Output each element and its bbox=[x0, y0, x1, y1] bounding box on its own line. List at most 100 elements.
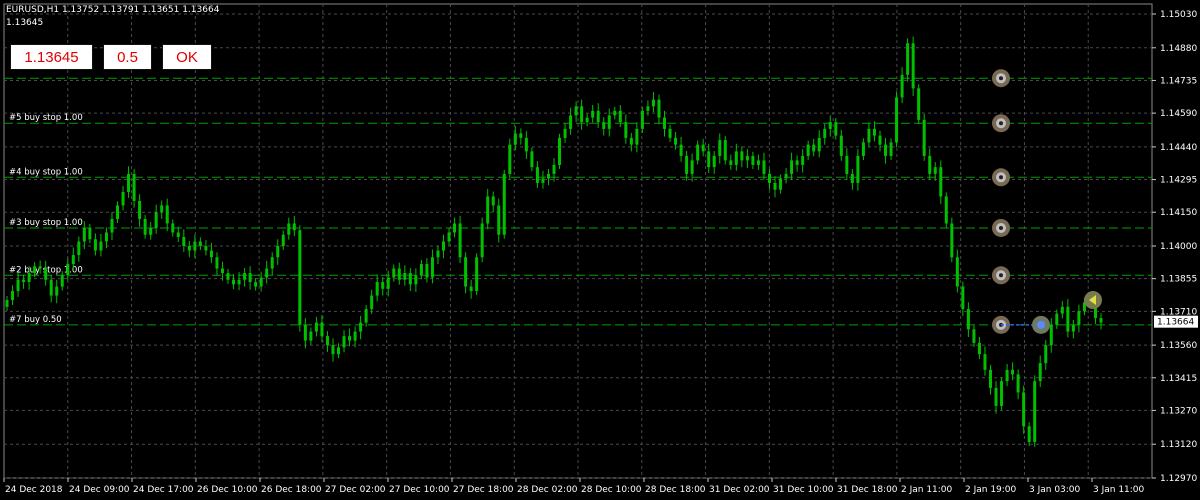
candle-body bbox=[900, 74, 904, 98]
candle-body bbox=[143, 218, 147, 235]
candle-body bbox=[668, 128, 672, 138]
order-label: #7 buy 0.50 bbox=[9, 315, 62, 325]
candle-body bbox=[375, 282, 379, 296]
candle-body bbox=[441, 241, 445, 251]
candle-body bbox=[182, 236, 186, 246]
symbol-ohlc-line: EURUSD,H1 1.13752 1.13791 1.13651 1.1366… bbox=[6, 5, 220, 15]
candle-body bbox=[607, 115, 611, 129]
candle-body bbox=[707, 151, 711, 168]
candle-body bbox=[469, 286, 473, 292]
x-tick-label: 24 Dec 17:00 bbox=[133, 485, 194, 495]
order-marker-dot bbox=[999, 175, 1003, 180]
candle-body bbox=[629, 137, 633, 145]
candle-body bbox=[966, 309, 970, 330]
price-input[interactable]: 1.13645 bbox=[10, 44, 93, 70]
candle-body bbox=[259, 277, 263, 287]
candle-body bbox=[751, 155, 755, 165]
candle-body bbox=[850, 173, 854, 183]
candle-body bbox=[917, 88, 921, 120]
candle-body bbox=[784, 173, 788, 179]
x-tick-label: 27 Dec 18:00 bbox=[453, 485, 514, 495]
candle-body bbox=[353, 331, 357, 341]
ok-button[interactable]: OK bbox=[162, 44, 212, 70]
candle-body bbox=[331, 345, 335, 355]
candle-body bbox=[447, 232, 451, 242]
candle-body bbox=[939, 167, 943, 197]
x-tick-label: 2 Jan 11:00 bbox=[901, 485, 953, 495]
candle-body bbox=[541, 178, 545, 183]
candle-body bbox=[237, 279, 241, 285]
lot-input[interactable]: 0.5 bbox=[103, 44, 152, 70]
candle-body bbox=[613, 110, 617, 116]
candle-body bbox=[994, 387, 998, 406]
candle-body bbox=[657, 99, 661, 118]
y-tick-label: 1.13415 bbox=[1160, 374, 1197, 384]
candle-body bbox=[723, 140, 727, 161]
candle-body bbox=[475, 257, 479, 292]
candle-body bbox=[337, 347, 341, 355]
candle-body bbox=[690, 160, 694, 174]
candle-body bbox=[132, 173, 136, 201]
candle-body bbox=[60, 275, 64, 287]
candle-body bbox=[1016, 374, 1020, 393]
candle-body bbox=[209, 250, 213, 258]
x-tick-label: 24 Dec 2018 bbox=[5, 485, 63, 495]
candle-body bbox=[464, 257, 468, 287]
candle-body bbox=[646, 106, 650, 111]
candle-body bbox=[309, 331, 313, 341]
candle-body bbox=[1044, 345, 1048, 364]
candle-body bbox=[806, 144, 810, 156]
candle-body bbox=[895, 97, 899, 143]
candle-body bbox=[44, 268, 48, 280]
candle-body bbox=[22, 279, 26, 283]
y-tick-label: 1.12970 bbox=[1160, 474, 1197, 484]
candle-body bbox=[66, 264, 70, 276]
candle-body bbox=[1055, 313, 1059, 325]
candle-body bbox=[773, 182, 777, 190]
candle-body bbox=[1071, 324, 1075, 332]
candle-body bbox=[530, 151, 534, 168]
candle-body bbox=[950, 223, 954, 258]
candle-body bbox=[49, 279, 53, 296]
candle-body bbox=[5, 300, 9, 307]
candle-body bbox=[1022, 392, 1026, 427]
candle-body bbox=[16, 279, 20, 292]
candle-body bbox=[220, 268, 224, 274]
candle-body bbox=[243, 273, 247, 280]
order-marker-dot bbox=[999, 225, 1003, 230]
candle-body bbox=[591, 110, 595, 118]
candle-body bbox=[430, 257, 434, 278]
candle-body bbox=[513, 133, 517, 145]
candle-body bbox=[458, 223, 462, 258]
candle-body bbox=[359, 322, 363, 332]
candle-body bbox=[193, 241, 197, 251]
candle-body bbox=[1011, 369, 1015, 375]
candle-body bbox=[187, 246, 191, 251]
candle-body bbox=[1060, 306, 1064, 314]
y-tick-label: 1.14295 bbox=[1160, 176, 1197, 186]
x-tick-label: 2 Jan 19:00 bbox=[965, 485, 1017, 495]
candle-body bbox=[867, 128, 871, 143]
candle-body bbox=[71, 255, 75, 265]
candle-body bbox=[165, 205, 169, 224]
x-tick-label: 31 Dec 02:00 bbox=[709, 485, 770, 495]
candle-body bbox=[878, 135, 882, 145]
candle-body bbox=[718, 140, 722, 156]
y-tick-label: 1.14000 bbox=[1160, 242, 1197, 252]
candle-body bbox=[160, 205, 164, 213]
candle-body bbox=[314, 322, 318, 332]
x-tick-label: 31 Dec 10:00 bbox=[773, 485, 834, 495]
candle-body bbox=[381, 282, 385, 289]
candle-body bbox=[386, 277, 390, 289]
candle-body bbox=[491, 196, 495, 206]
y-tick-label: 1.13560 bbox=[1160, 341, 1197, 351]
candle-body bbox=[618, 110, 622, 123]
candle-body bbox=[77, 241, 81, 256]
candle-body bbox=[397, 268, 401, 280]
price-chart[interactable]: #5 buy stop 1.00 #4 buy stop 1.00 #3 buy s… bbox=[0, 0, 1200, 500]
y-tick-label: 1.15030 bbox=[1160, 10, 1197, 20]
candle-body bbox=[685, 155, 689, 174]
candle-body bbox=[972, 329, 976, 343]
candle-body bbox=[944, 196, 948, 224]
current-price-label: 1.13664 bbox=[1157, 318, 1194, 328]
